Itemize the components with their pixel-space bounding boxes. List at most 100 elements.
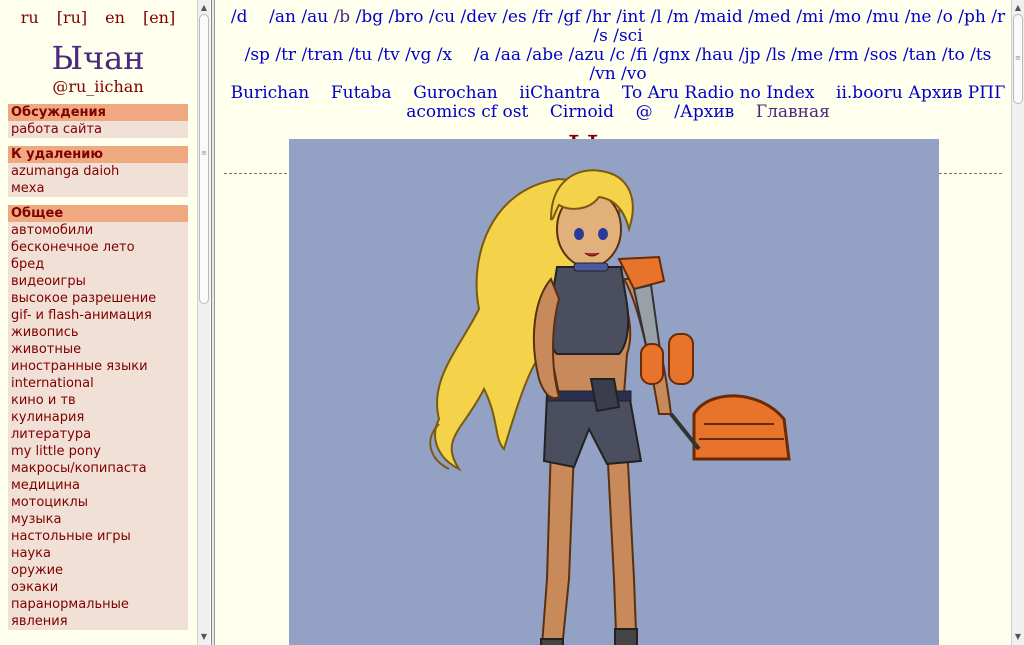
main-scrollbar[interactable]: ▲ ≡ ▼	[1011, 0, 1024, 645]
sidebar-scrollbar[interactable]: ▲ ≡ ▼	[197, 0, 210, 645]
board-link[interactable]: /tu	[349, 45, 373, 65]
scroll-thumb[interactable]	[199, 14, 209, 304]
board-link[interactable]: Gurochan	[413, 83, 497, 103]
board-link[interactable]: Burichan	[231, 83, 310, 103]
board-link[interactable]: /int	[616, 7, 645, 27]
sidebar-board-link[interactable]: макросы/копипаста	[8, 460, 188, 477]
sidebar-board-link[interactable]: кулинария	[8, 409, 188, 426]
board-link[interactable]: /mi	[796, 7, 823, 27]
sidebar-board-link[interactable]: животные	[8, 341, 188, 358]
lang-link-ru[interactable]: ru	[21, 8, 39, 27]
sidebar-board-link[interactable]: работа сайта	[8, 121, 188, 138]
board-link[interactable]: /r	[991, 7, 1005, 27]
board-link[interactable]: /cu	[429, 7, 455, 27]
sidebar-board-link[interactable]: автомобили	[8, 222, 188, 239]
sidebar-board-link[interactable]: меха	[8, 180, 188, 197]
sidebar-board-link[interactable]: настольные игры	[8, 528, 188, 545]
board-link[interactable]: /mo	[829, 7, 861, 27]
board-link[interactable]: @	[636, 102, 653, 122]
board-link[interactable]: /es	[502, 7, 527, 27]
board-link[interactable]: /abe	[526, 45, 563, 65]
lang-link-en[interactable]: en	[105, 8, 125, 27]
section-heading[interactable]: Обсуждения	[8, 104, 188, 121]
board-link[interactable]: /a	[474, 45, 490, 65]
board-link[interactable]: iiChantra	[519, 83, 600, 103]
board-link[interactable]: Главная	[756, 102, 830, 122]
board-link[interactable]: /o	[937, 7, 953, 27]
board-link[interactable]: Архив РПГ	[908, 83, 1005, 103]
sidebar-board-link[interactable]: international	[8, 375, 188, 392]
sidebar-board-link[interactable]: оружие	[8, 562, 188, 579]
board-link[interactable]: acomics cf ost	[406, 102, 528, 122]
board-link[interactable]: /c	[610, 45, 625, 65]
scroll-down-icon[interactable]: ▼	[1012, 631, 1024, 643]
board-link[interactable]: /tv	[378, 45, 400, 65]
board-link[interactable]: /bg	[356, 7, 384, 27]
board-link[interactable]: /vg	[405, 45, 431, 65]
board-link[interactable]: /hau	[696, 45, 734, 65]
board-link[interactable]: /aa	[495, 45, 521, 65]
board-link[interactable]: /mu	[867, 7, 900, 27]
sidebar-board-link[interactable]: явления	[8, 613, 188, 630]
sidebar-board-link[interactable]: музыка	[8, 511, 188, 528]
board-link[interactable]: /vn	[589, 64, 615, 84]
board-link[interactable]: /au	[301, 7, 328, 27]
board-link[interactable]: /ls	[766, 45, 786, 65]
board-link[interactable]: /tran	[301, 45, 343, 65]
board-link[interactable]: /to	[942, 45, 965, 65]
board-link[interactable]: /fi	[630, 45, 647, 65]
board-link[interactable]: /Архив	[674, 102, 734, 122]
board-link[interactable]: /x	[437, 45, 452, 65]
sidebar-board-link[interactable]: бред	[8, 256, 188, 273]
board-link[interactable]: /s	[593, 26, 607, 46]
board-link[interactable]: /hr	[586, 7, 611, 27]
sidebar-board-link[interactable]: медицина	[8, 477, 188, 494]
board-link[interactable]: /l	[651, 7, 662, 27]
sidebar-board-link[interactable]: живопись	[8, 324, 188, 341]
sidebar-board-link[interactable]: видеоигры	[8, 273, 188, 290]
sidebar-board-link[interactable]: высокое разрешение	[8, 290, 188, 307]
board-link[interactable]: /dev	[461, 7, 497, 27]
board-link[interactable]: /rm	[829, 45, 859, 65]
section-heading[interactable]: Общее	[8, 205, 188, 222]
scroll-down-icon[interactable]: ▼	[198, 631, 210, 643]
board-link[interactable]: /vo	[621, 64, 647, 84]
board-link[interactable]: To Aru Radio no Index	[622, 83, 814, 103]
sidebar-board-link[interactable]: литература	[8, 426, 188, 443]
board-link[interactable]: /tr	[275, 45, 296, 65]
board-link[interactable]: /maid	[694, 7, 742, 27]
board-link[interactable]: /tan	[903, 45, 937, 65]
board-link[interactable]: /d	[231, 7, 248, 27]
board-link[interactable]: /bro	[389, 7, 424, 27]
board-link[interactable]: /ts	[970, 45, 991, 65]
sidebar-board-link[interactable]: бесконечное лето	[8, 239, 188, 256]
board-link[interactable]: /sci	[613, 26, 642, 46]
sidebar-board-link[interactable]: gif- и flash-анимация	[8, 307, 188, 324]
lang-link-en-frames[interactable]: [en]	[143, 8, 175, 27]
scroll-up-icon[interactable]: ▲	[1012, 2, 1024, 14]
board-link[interactable]: /gf	[558, 7, 581, 27]
sidebar-board-link[interactable]: кино и тв	[8, 392, 188, 409]
sidebar-board-link[interactable]: иностранные языки	[8, 358, 188, 375]
board-link[interactable]: /ne	[905, 7, 932, 27]
sidebar-board-link[interactable]: паранормальные	[8, 596, 188, 613]
sidebar-board-link[interactable]: мотоциклы	[8, 494, 188, 511]
board-link[interactable]: /m	[667, 7, 689, 27]
lang-link-ru-frames[interactable]: [ru]	[57, 8, 87, 27]
board-link[interactable]: /azu	[569, 45, 605, 65]
board-link[interactable]: /an	[269, 7, 296, 27]
board-link[interactable]: /me	[791, 45, 823, 65]
sidebar-board-link[interactable]: azumanga daioh	[8, 163, 188, 180]
sidebar-board-link[interactable]: my little pony	[8, 443, 188, 460]
board-link[interactable]: ii.booru	[836, 83, 903, 103]
board-link[interactable]: /ph	[958, 7, 986, 27]
site-subtitle[interactable]: @ru_iichan	[0, 77, 196, 96]
site-title[interactable]: Ычан	[0, 39, 196, 77]
board-link[interactable]: Futaba	[331, 83, 392, 103]
board-link[interactable]: /jp	[739, 45, 761, 65]
board-link[interactable]: /gnx	[653, 45, 690, 65]
sidebar-board-link[interactable]: оэкаки	[8, 579, 188, 596]
board-link[interactable]: /sp	[245, 45, 270, 65]
board-link[interactable]: /sos	[864, 45, 897, 65]
scroll-up-icon[interactable]: ▲	[198, 2, 210, 14]
